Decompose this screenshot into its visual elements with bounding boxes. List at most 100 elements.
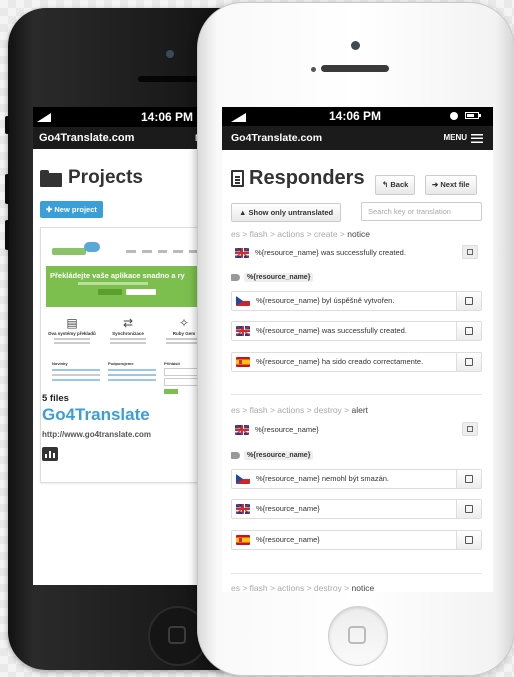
translation-text[interactable]: %{resource_name} [256, 500, 320, 518]
cz-flag-icon [236, 296, 250, 306]
source-string-row: %{resource_name} was successfully create… [231, 244, 482, 264]
next-file-label: Next file [440, 180, 470, 189]
project-url[interactable]: http://www.go4translate.com [42, 430, 151, 439]
page-title-text: Projects [68, 167, 143, 188]
breadcrumb-path: es > flash > actions > destroy > [231, 583, 350, 592]
translation-text[interactable]: %{resource_name} was successfully create… [256, 322, 407, 340]
project-card[interactable]: Překládejte vaše aplikace snadno a ry ▤ … [40, 227, 213, 483]
feature-label: Dva systémy překladů [48, 331, 96, 336]
translation-text[interactable]: %{resource_name} ha sido creado correcta… [256, 353, 423, 371]
uk-flag-icon [235, 425, 249, 435]
status-bar: 14:06 PM [33, 107, 213, 127]
tag-icon [231, 274, 240, 281]
folder-icon [40, 169, 62, 187]
tag-icon [231, 452, 240, 459]
edit-icon[interactable] [456, 500, 481, 518]
signal-icon [231, 113, 246, 122]
proximity-sensor [311, 67, 316, 72]
front-camera [166, 50, 174, 58]
edit-icon[interactable] [456, 292, 481, 310]
translation-row[interactable]: %{resource_name} [231, 499, 482, 519]
translation-text[interactable]: %{resource_name} byl úspěšně vytvořen. [256, 292, 394, 310]
tag-label: %{resource_name} [244, 273, 314, 282]
uk-flag-icon [236, 326, 250, 336]
files-count: 5 files [42, 393, 69, 404]
tag-label: %{resource_name} [244, 451, 314, 460]
bar-chart-icon[interactable] [42, 447, 58, 461]
earpiece-speaker [138, 76, 198, 82]
left-phone-screen: 14:06 PM Go4Translate.com M Projects ✚ N… [33, 107, 213, 585]
new-project-button[interactable]: ✚ New project [40, 201, 103, 218]
menu-button[interactable]: MENU [443, 126, 483, 150]
project-name-link[interactable]: Go4Translate [42, 405, 150, 425]
tags: %{resource_name} [231, 451, 314, 460]
es-flag-icon [236, 535, 250, 545]
tags: %{resource_name} [231, 273, 314, 282]
document-icon [231, 170, 244, 187]
uk-flag-icon [236, 504, 250, 514]
cz-flag-icon [236, 474, 250, 484]
translation-row[interactable]: %{resource_name} [231, 530, 482, 550]
front-camera [351, 41, 360, 50]
orientation-lock-icon [450, 112, 458, 120]
show-untranslated-toggle[interactable]: ▲ Show only untranslated [231, 203, 342, 222]
feature-label: Synchronizace [112, 331, 144, 336]
column-heading: Podporujeme [108, 361, 134, 366]
thumbnail-subline [78, 282, 148, 285]
brand-link[interactable]: Go4Translate.com [231, 132, 322, 144]
breadcrumb-key: notice [347, 229, 370, 239]
thumbnail-nav-item [158, 250, 167, 253]
search-input[interactable] [361, 202, 482, 221]
navbar: Go4Translate.com MENU [222, 126, 493, 150]
thumbnail-column: Novinky [52, 361, 100, 381]
breadcrumb: es > flash > actions > destroy > notice [231, 583, 374, 592]
cloud-icon [84, 242, 100, 252]
breadcrumb-path: es > flash > actions > destroy > [231, 405, 350, 415]
thumbnail-feature: ▤ Dva systémy překladů [48, 316, 96, 344]
edit-icon[interactable] [456, 353, 481, 371]
back-button[interactable]: ↰ Back [375, 175, 416, 195]
source-text: %{resource_name} [255, 425, 319, 434]
home-button[interactable] [328, 606, 388, 666]
toggle-label: Show only untranslated [248, 208, 334, 217]
breadcrumb-key: notice [351, 583, 375, 592]
sync-icon: ⇄ [122, 316, 134, 330]
book-icon: ▤ [66, 316, 78, 330]
breadcrumb-key: alert [351, 405, 369, 415]
thumbnail-column: Podporujeme [108, 361, 156, 381]
divider [231, 394, 482, 395]
translation-text[interactable]: %{resource_name} [256, 531, 320, 549]
translation-text[interactable]: %{resource_name} nemohl být smazán. [256, 470, 389, 488]
copy-icon[interactable] [462, 245, 478, 259]
page-title-text: Responders [249, 167, 365, 189]
thumbnail-nav-item [173, 250, 183, 253]
uk-flag-icon [235, 248, 249, 258]
thumbnail-nav-item [126, 250, 136, 253]
status-bar: 14:06 PM [222, 107, 493, 126]
breadcrumb: es > flash > actions > create > notice [231, 229, 370, 239]
status-time: 14:06 PM [329, 109, 382, 123]
project-thumbnail[interactable]: Překládejte vaše aplikace snadno a ry ▤ … [46, 236, 213, 401]
thumbnail-feature: ⇄ Synchronizace [104, 316, 152, 344]
signal-icon [37, 113, 51, 122]
edit-icon[interactable] [456, 470, 481, 488]
battery-icon [465, 112, 481, 119]
translation-row[interactable]: %{resource_name} was successfully create… [231, 321, 482, 341]
edit-icon[interactable] [456, 531, 481, 549]
next-file-button[interactable]: ➔ Next file [425, 175, 477, 195]
page-title: Responders [231, 167, 365, 190]
hamburger-icon [471, 133, 483, 143]
es-flag-icon [236, 357, 250, 367]
back-label: Back [390, 180, 409, 189]
translation-row[interactable]: %{resource_name} byl úspěšně vytvořen. [231, 291, 482, 311]
translation-row[interactable]: %{resource_name} ha sido creado correcta… [231, 352, 482, 372]
breadcrumb: es > flash > actions > destroy > alert [231, 405, 368, 415]
edit-icon[interactable] [456, 322, 481, 340]
thumbnail-cta [126, 289, 156, 295]
brand-link[interactable]: Go4Translate.com [39, 132, 134, 144]
translation-row[interactable]: %{resource_name} nemohl být smazán. [231, 469, 482, 489]
volume-down-button [5, 220, 9, 250]
source-text: %{resource_name} was successfully create… [255, 248, 406, 257]
thumbnail-logo [52, 248, 86, 255]
copy-icon[interactable] [462, 422, 478, 436]
